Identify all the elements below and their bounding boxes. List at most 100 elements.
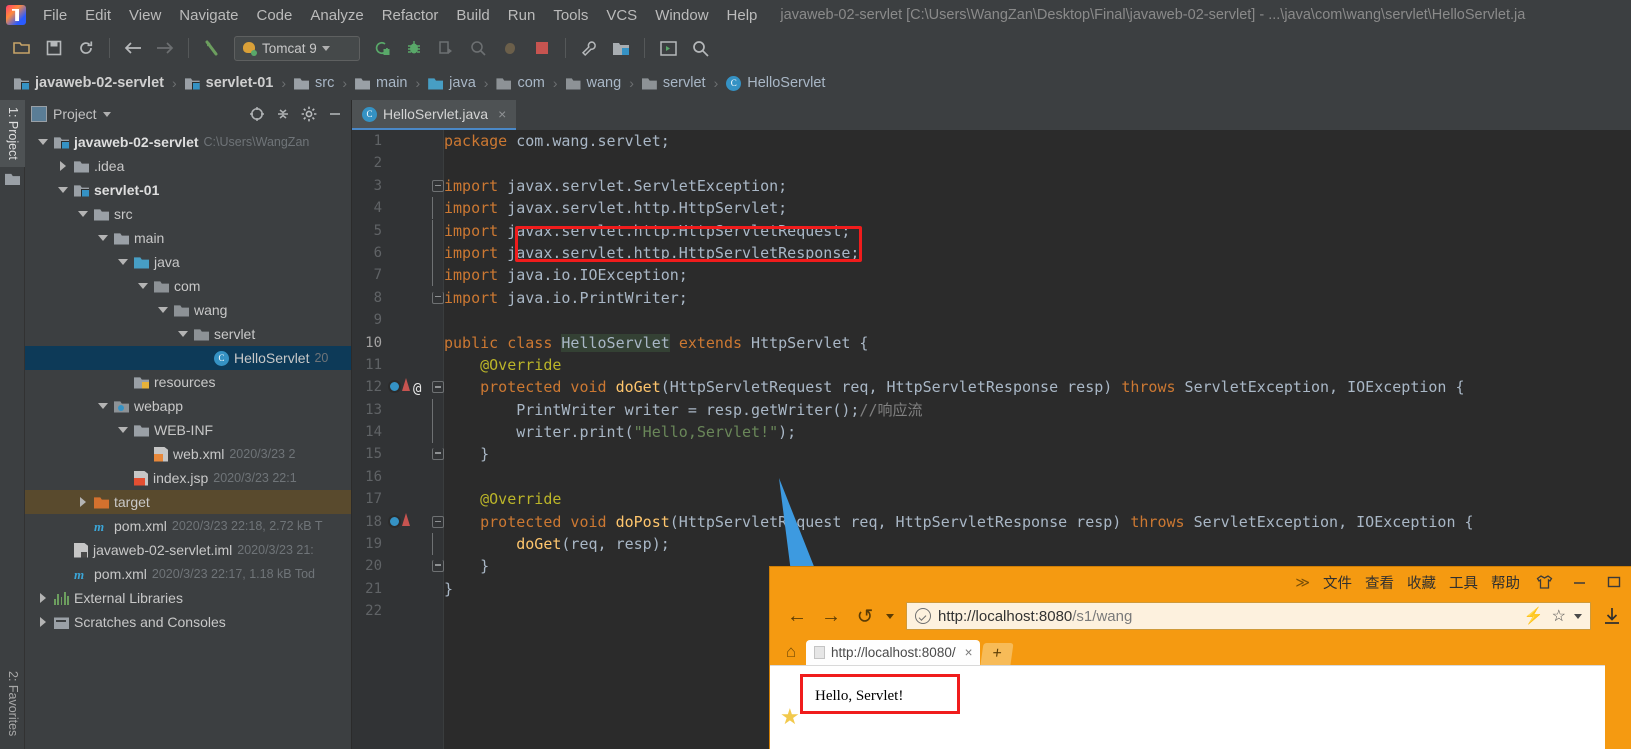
tree-node[interactable]: java [25,250,351,274]
run-configuration-selector[interactable]: Tomcat 9 [234,35,360,61]
tree-node[interactable]: main [25,226,351,250]
tree-node[interactable]: index.jsp 2020/3/23 22:1 [25,466,351,490]
stop-icon[interactable] [528,34,556,62]
breadcrumb-item-main[interactable]: main [351,73,411,93]
tree-node[interactable]: WEB-INF [25,418,351,442]
browser-menu-help[interactable]: 帮助 [1491,572,1520,593]
menu-navigate[interactable]: Navigate [170,4,247,27]
menu-analyze[interactable]: Analyze [301,4,372,27]
breadcrumb-item-java[interactable]: java [424,73,480,93]
chevron-right-icon[interactable] [78,496,89,508]
tree-node[interactable]: web.xml 2020/3/23 2 [25,442,351,466]
code-line[interactable]: 4 import javax.servlet.http.HttpServlet; [352,197,1631,220]
locate-icon[interactable] [247,104,267,124]
browser-reload-button[interactable]: ↺ [852,603,878,629]
tree-node[interactable]: C HelloServlet 20 [25,346,351,370]
fold-collapse-icon[interactable] [432,381,444,394]
chevron-down-icon[interactable] [138,281,149,292]
new-tab-button[interactable]: + [980,643,1015,665]
browser-tab[interactable]: http://localhost:8080/ × [806,640,981,665]
browser-address-bar[interactable]: http://localhost:8080/s1/wang ⚡ ☆ [906,602,1591,630]
menu-window[interactable]: Window [646,4,717,27]
profile-icon[interactable] [464,34,492,62]
chevron-down-icon[interactable] [98,401,109,412]
tree-node[interactable]: com [25,274,351,298]
menu-code[interactable]: Code [247,4,301,27]
sidebar-item-favorites[interactable]: 2: Favorites [0,664,25,743]
tree-node[interactable]: src [25,202,351,226]
chevron-right-icon[interactable] [38,616,49,628]
menu-file[interactable]: File [34,4,76,27]
chevron-down-icon[interactable] [118,257,129,268]
hide-icon[interactable] [325,104,345,124]
overriding-method-marker-icon[interactable] [402,378,410,392]
code-line[interactable]: 1 package com.wang.servlet; [352,130,1631,152]
implementing-method-marker-icon[interactable] [388,514,401,528]
run-with-coverage-icon[interactable] [432,34,460,62]
code-line[interactable]: 2 [352,152,1631,174]
code-line[interactable]: 17 @Override [352,488,1631,510]
skin-icon[interactable] [1533,571,1555,593]
code-line[interactable]: 18 protected void doPost(HttpServletRequ… [352,511,1631,533]
menu-refactor[interactable]: Refactor [373,4,448,27]
implementing-method-marker-icon[interactable] [388,380,401,394]
chevron-down-icon[interactable] [886,613,894,619]
menu-view[interactable]: View [120,4,170,27]
tab-helloservlet-java[interactable]: C HelloServlet.java × [352,100,517,130]
lightning-icon[interactable]: ⚡ [1524,606,1544,626]
browser-menu-favorites[interactable]: 收藏 [1407,572,1436,593]
code-line[interactable]: 16 [352,466,1631,488]
browser-back-button[interactable]: ← [784,603,810,629]
home-icon[interactable]: ⌂ [778,639,804,665]
code-line[interactable]: 11 @Override [352,354,1631,376]
chevron-down-icon[interactable] [98,233,109,244]
fold-collapse-icon[interactable] [432,515,444,528]
tree-node[interactable]: .idea [25,154,351,178]
star-icon[interactable]: ☆ [1552,606,1566,626]
tree-node[interactable]: resources [25,370,351,394]
code-line[interactable]: 9 [352,309,1631,331]
chevron-down-icon[interactable] [78,209,89,220]
fold-end-icon[interactable] [432,560,444,573]
overriding-method-marker-icon[interactable] [402,512,410,526]
code-line[interactable]: 8 import java.io.PrintWriter; [352,287,1631,309]
close-icon[interactable]: × [498,106,506,122]
tree-node[interactable]: javaweb-02-servlet C:\Users\WangZan [25,130,351,154]
breadcrumb-item-src[interactable]: src [290,73,338,93]
minimize-icon[interactable] [1568,571,1590,593]
collapse-all-icon[interactable] [273,104,293,124]
breadcrumb-item-servlet[interactable]: servlet [638,73,710,93]
chevron-right-icon[interactable] [58,160,69,172]
breadcrumb-item-project[interactable]: javaweb-02-servlet [10,73,168,93]
project-structure-icon[interactable] [607,34,635,62]
breadcrumb-item-com[interactable]: com [492,73,548,93]
tree-node[interactable]: wang [25,298,351,322]
breadcrumb-item-module[interactable]: servlet-01 [181,73,278,93]
update-icon[interactable] [654,34,682,62]
chevron-double-right-icon[interactable]: ≫ [1295,574,1310,591]
gear-icon[interactable] [299,104,319,124]
close-icon[interactable]: × [965,645,973,660]
sync-icon[interactable] [72,34,100,62]
fold-collapse-icon[interactable] [432,179,444,192]
code-line[interactable]: 15 } [352,443,1631,465]
search-icon[interactable] [686,34,714,62]
sidebar-item-project[interactable]: 1: Project [0,100,25,167]
code-line[interactable]: 3 import javax.servlet.ServletException; [352,175,1631,197]
tree-node[interactable]: javaweb-02-servlet.iml 2020/3/23 21: [25,538,351,562]
code-line[interactable]: 19 doGet(req, resp); [352,533,1631,556]
run-icon[interactable] [368,34,396,62]
fold-end-icon[interactable] [432,291,444,304]
tree-node[interactable]: Scratches and Consoles [25,610,351,634]
code-line[interactable]: 6 import javax.servlet.http.HttpServletRe… [352,241,1631,264]
maximize-icon[interactable] [1603,571,1625,593]
debug-icon[interactable] [400,34,428,62]
chevron-right-icon[interactable] [38,592,49,604]
chevron-down-icon[interactable] [38,137,49,148]
bookmark-star-icon[interactable]: ★ [780,704,800,730]
open-folder-icon[interactable] [8,34,36,62]
fold-end-icon[interactable] [432,448,444,461]
breadcrumb-item-class[interactable]: C HelloServlet [722,73,829,93]
browser-menu-file[interactable]: 文件 [1323,572,1352,593]
menu-help[interactable]: Help [718,4,767,27]
